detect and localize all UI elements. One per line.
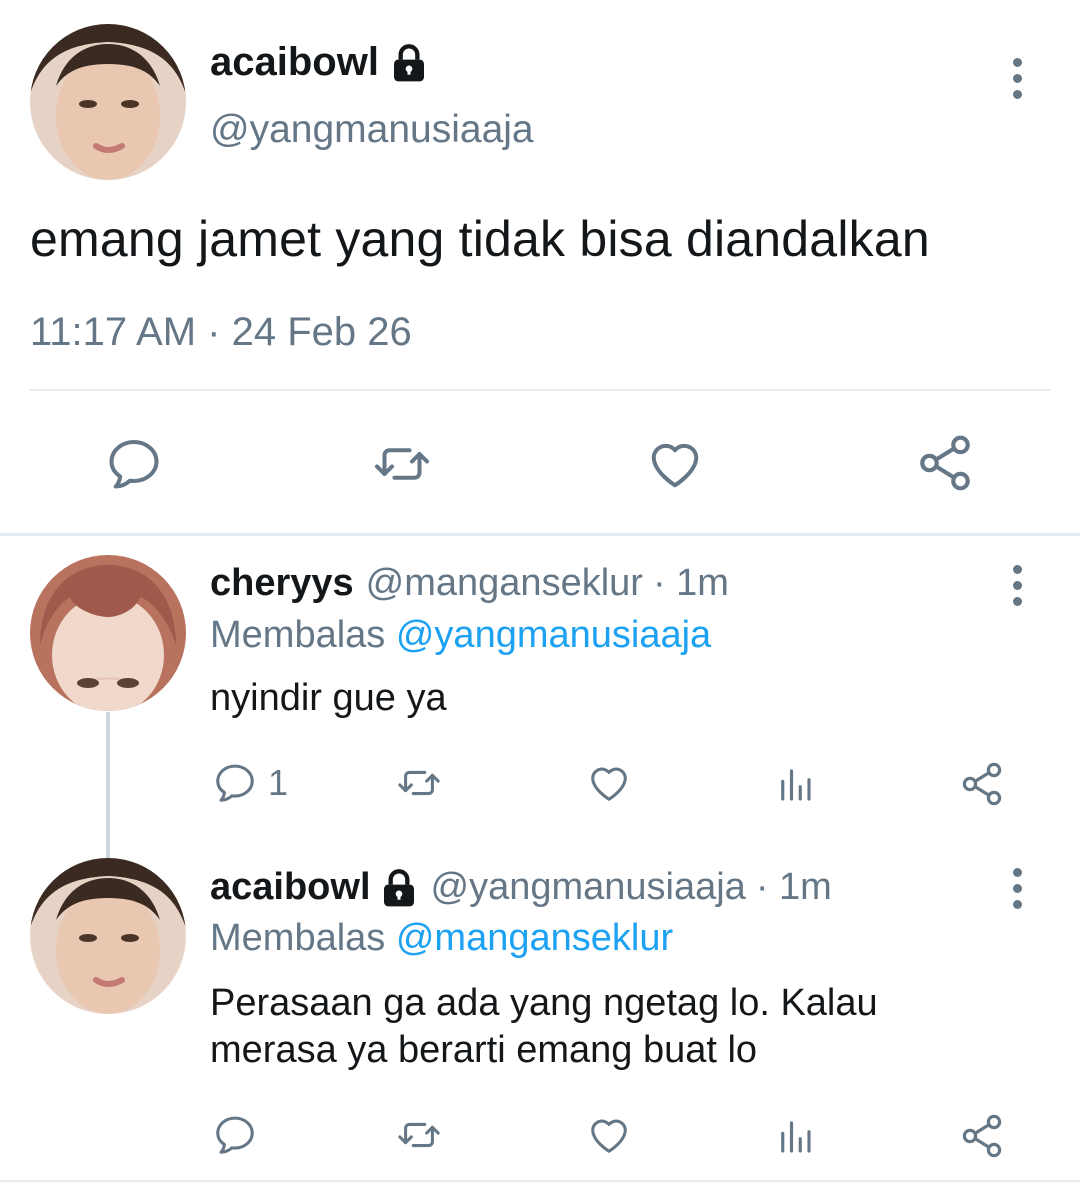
section-divider bbox=[0, 533, 1080, 536]
retweet-icon bbox=[394, 760, 444, 806]
thread-connector bbox=[106, 712, 110, 860]
reply-time: · 1m bbox=[652, 562, 729, 604]
reply-text-line: Perasaan ga ada yang ngetag lo. Kalau bbox=[210, 982, 878, 1024]
retweet-button[interactable] bbox=[394, 1112, 444, 1158]
meta-separator: · bbox=[207, 310, 221, 354]
more-vertical-icon[interactable] bbox=[1007, 58, 1027, 99]
reply-text-line: merasa ya berarti emang buat lo bbox=[210, 1029, 758, 1071]
reply-header: cheryys @manganseklur · 1m bbox=[210, 562, 729, 605]
reply-time: · 1m bbox=[755, 866, 832, 908]
heart-icon bbox=[585, 1112, 633, 1158]
more-vertical-icon[interactable] bbox=[1007, 868, 1027, 909]
display-name[interactable]: cheryys bbox=[210, 562, 354, 605]
more-vertical-icon[interactable] bbox=[1007, 565, 1027, 606]
heart-icon bbox=[585, 760, 633, 806]
like-button[interactable] bbox=[585, 760, 633, 806]
replying-prefix: Membalas bbox=[210, 917, 386, 959]
reply-button[interactable]: 1 bbox=[212, 760, 288, 806]
reply-count: 1 bbox=[268, 762, 289, 803]
reply-icon bbox=[104, 434, 164, 494]
share-button[interactable] bbox=[958, 1112, 1006, 1160]
reply-icon bbox=[212, 760, 258, 806]
tweet-timestamp[interactable]: 11:17 AM · 24 Feb 26 bbox=[30, 310, 412, 355]
display-name-text[interactable]: acaibowl bbox=[210, 40, 379, 85]
heart-icon bbox=[644, 434, 706, 494]
bottom-divider bbox=[0, 1180, 1080, 1182]
avatar[interactable] bbox=[30, 24, 186, 180]
retweet-button[interactable] bbox=[370, 434, 434, 494]
analytics-icon bbox=[772, 1116, 818, 1158]
analytics-button[interactable] bbox=[772, 764, 818, 806]
like-button[interactable] bbox=[585, 1112, 633, 1158]
avatar[interactable] bbox=[30, 858, 186, 1014]
share-button[interactable] bbox=[958, 760, 1006, 808]
retweet-icon bbox=[394, 1112, 444, 1158]
replying-prefix: Membalas bbox=[210, 614, 386, 656]
replying-to: Membalas @manganseklur bbox=[210, 917, 673, 960]
mention-link[interactable]: @yangmanusiaaja bbox=[396, 614, 711, 656]
user-handle[interactable]: @manganseklur bbox=[366, 562, 643, 605]
retweet-button[interactable] bbox=[394, 760, 444, 806]
user-handle[interactable]: @yangmanusiaaja bbox=[210, 108, 534, 152]
mention-link[interactable]: @manganseklur bbox=[396, 917, 673, 959]
reply-text: nyindir gue ya bbox=[210, 677, 447, 719]
share-icon bbox=[914, 432, 976, 494]
display-name[interactable]: acaibowl bbox=[210, 866, 371, 909]
share-icon bbox=[958, 760, 1006, 808]
display-name[interactable]: acaibowl bbox=[210, 40, 429, 85]
replying-to: Membalas @yangmanusiaaja bbox=[210, 614, 711, 657]
reply-button[interactable] bbox=[212, 1112, 258, 1158]
tweet-date: 24 Feb 26 bbox=[231, 310, 412, 354]
analytics-icon bbox=[772, 764, 818, 806]
analytics-button[interactable] bbox=[772, 1116, 818, 1158]
divider bbox=[30, 389, 1050, 391]
reply-icon bbox=[212, 1112, 258, 1158]
like-button[interactable] bbox=[644, 434, 706, 494]
lock-icon bbox=[389, 43, 429, 83]
tweet-text: emang jamet yang tidak bisa diandalkan bbox=[30, 211, 930, 267]
user-handle[interactable]: @yangmanusiaaja bbox=[431, 866, 746, 909]
share-icon bbox=[958, 1112, 1006, 1160]
avatar[interactable] bbox=[30, 555, 186, 711]
retweet-icon bbox=[370, 434, 434, 494]
reply-header: acaibowl @yangmanusiaaja · 1m bbox=[210, 866, 832, 909]
reply-button[interactable] bbox=[104, 434, 164, 494]
reply-text: Perasaan ga ada yang ngetag lo. Kalau me… bbox=[210, 980, 878, 1074]
lock-icon bbox=[379, 868, 419, 908]
share-button[interactable] bbox=[914, 432, 976, 494]
tweet-time: 11:17 AM bbox=[30, 310, 197, 354]
